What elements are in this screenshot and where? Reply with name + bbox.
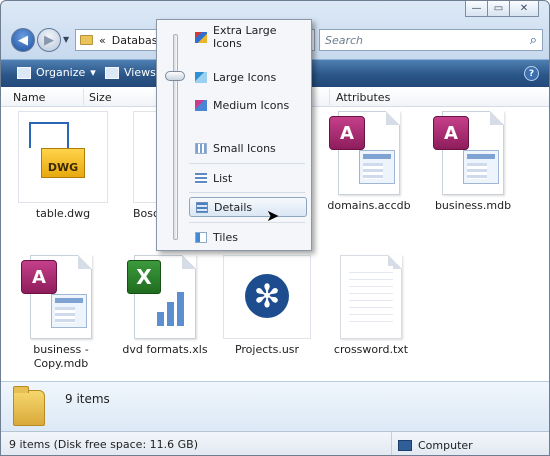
menu-item-extra-large-icons[interactable]: Extra Large Icons <box>189 24 307 50</box>
text-document-icon <box>340 255 402 339</box>
recent-pages-dropdown[interactable]: ▼ <box>63 35 69 44</box>
file-item[interactable]: A business.mdb <box>421 111 525 213</box>
back-button[interactable]: ◀ <box>11 28 35 52</box>
file-name: table.dwg <box>35 207 91 220</box>
excel-x-icon: X <box>127 260 161 294</box>
status-bar: 9 items (Disk free space: 11.6 GB) Compu… <box>1 431 549 455</box>
access-key-icon: A <box>329 116 365 150</box>
folder-icon <box>13 386 45 426</box>
status-text: 9 items (Disk free space: 11.6 GB) <box>9 438 198 451</box>
computer-icon <box>398 439 412 451</box>
column-divider[interactable] <box>329 89 330 105</box>
column-divider[interactable] <box>83 89 84 105</box>
explorer-window: — ▭ ✕ ◀ ▶ ▼ « Database Search ⌕ Organize… <box>0 0 550 456</box>
forward-arrow-icon: ▶ <box>44 32 54 48</box>
maximize-button[interactable]: ▭ <box>487 1 510 17</box>
large-icons-icon <box>195 71 207 83</box>
folder-icon <box>80 35 93 45</box>
access-database-icon: A <box>433 111 504 195</box>
medium-icons-icon <box>195 99 207 111</box>
menu-item-medium-icons[interactable]: Medium Icons <box>189 95 307 115</box>
menu-separator <box>189 192 305 193</box>
file-item[interactable]: A domains.accdb <box>317 111 421 213</box>
tiles-view-icon <box>195 231 207 243</box>
minimize-button[interactable]: — <box>465 1 488 17</box>
column-header-size[interactable]: Size <box>89 91 112 104</box>
excel-spreadsheet-icon: X <box>127 255 196 339</box>
views-menu: Extra Large Icons Large Icons Medium Ico… <box>156 19 312 251</box>
file-item[interactable]: A business - Copy.mdb <box>9 255 113 371</box>
chart-bars-icon <box>157 292 184 326</box>
small-icons-icon <box>195 142 207 154</box>
menu-item-label: Tiles <box>213 230 238 244</box>
menu-separator <box>189 222 305 223</box>
column-header-attributes[interactable]: Attributes <box>336 91 390 104</box>
organize-label: Organize <box>36 66 86 79</box>
file-item[interactable]: DWG table.dwg <box>11 111 115 221</box>
menu-item-small-icons[interactable]: Small Icons <box>189 138 307 158</box>
menu-item-label: Large Icons <box>213 70 277 84</box>
file-item[interactable]: X dvd formats.xls <box>113 255 217 357</box>
icon-size-slider-thumb[interactable] <box>165 71 185 81</box>
file-item[interactable]: Projects.usr <box>215 255 319 357</box>
views-icon <box>105 66 119 79</box>
search-box[interactable]: Search ⌕ <box>319 29 543 51</box>
list-view-icon <box>195 172 207 184</box>
search-placeholder: Search <box>325 33 364 47</box>
file-name: business - Copy.mdb <box>33 343 89 370</box>
menu-item-tiles[interactable]: Tiles <box>189 227 307 247</box>
window-controls: — ▭ ✕ <box>465 1 539 17</box>
dwg-thumbnail: DWG <box>18 111 108 203</box>
organize-icon <box>17 66 31 79</box>
file-name: Projects.usr <box>234 343 300 356</box>
back-arrow-icon: ◀ <box>18 32 28 48</box>
menu-item-label: Small Icons <box>213 141 276 155</box>
menu-item-large-icons[interactable]: Large Icons <box>189 67 307 87</box>
mouse-pointer-icon: ➤ <box>266 206 280 225</box>
icon-size-slider-track[interactable] <box>173 34 178 240</box>
details-view-icon <box>196 201 208 213</box>
search-icon[interactable]: ⌕ <box>530 33 537 48</box>
menu-item-details[interactable]: Details <box>189 197 307 217</box>
menu-separator <box>189 163 305 164</box>
usr-thumbnail <box>223 255 311 339</box>
zone-label: Computer <box>418 438 473 452</box>
column-header-name[interactable]: Name <box>13 91 45 104</box>
drawing-plan-icon <box>29 122 69 148</box>
file-item[interactable]: crossword.txt <box>319 255 423 357</box>
access-key-icon: A <box>21 260 57 294</box>
menu-item-label: List <box>213 171 233 185</box>
access-key-icon: A <box>433 116 469 150</box>
views-button[interactable]: Views <box>105 66 156 79</box>
close-button[interactable]: ✕ <box>509 1 539 17</box>
usr-file-icon <box>245 274 289 318</box>
help-icon[interactable]: ? <box>524 66 539 81</box>
views-label: Views <box>124 66 156 79</box>
extra-large-icons-icon <box>195 31 207 43</box>
file-name: crossword.txt <box>333 343 409 356</box>
chevron-down-icon: ▾ <box>90 66 96 79</box>
forward-button[interactable]: ▶ <box>37 28 61 52</box>
access-database-icon: A <box>329 111 400 195</box>
menu-item-label: Medium Icons <box>213 98 290 112</box>
address-overflow[interactable]: « <box>99 34 106 47</box>
status-zone: Computer <box>391 432 549 455</box>
organize-button[interactable]: Organize ▾ <box>17 66 96 79</box>
file-name: business.mdb <box>434 199 512 212</box>
menu-item-list[interactable]: List <box>189 168 307 188</box>
dwg-file-icon: DWG <box>41 148 85 178</box>
menu-item-label: Extra Large Icons <box>213 24 277 50</box>
details-pane: 9 items <box>1 381 549 431</box>
item-count: 9 items <box>65 392 110 406</box>
file-name: dvd formats.xls <box>122 343 208 356</box>
access-database-icon: A <box>21 255 92 339</box>
menu-item-label: Details <box>214 200 253 214</box>
file-name: domains.accdb <box>327 199 411 212</box>
